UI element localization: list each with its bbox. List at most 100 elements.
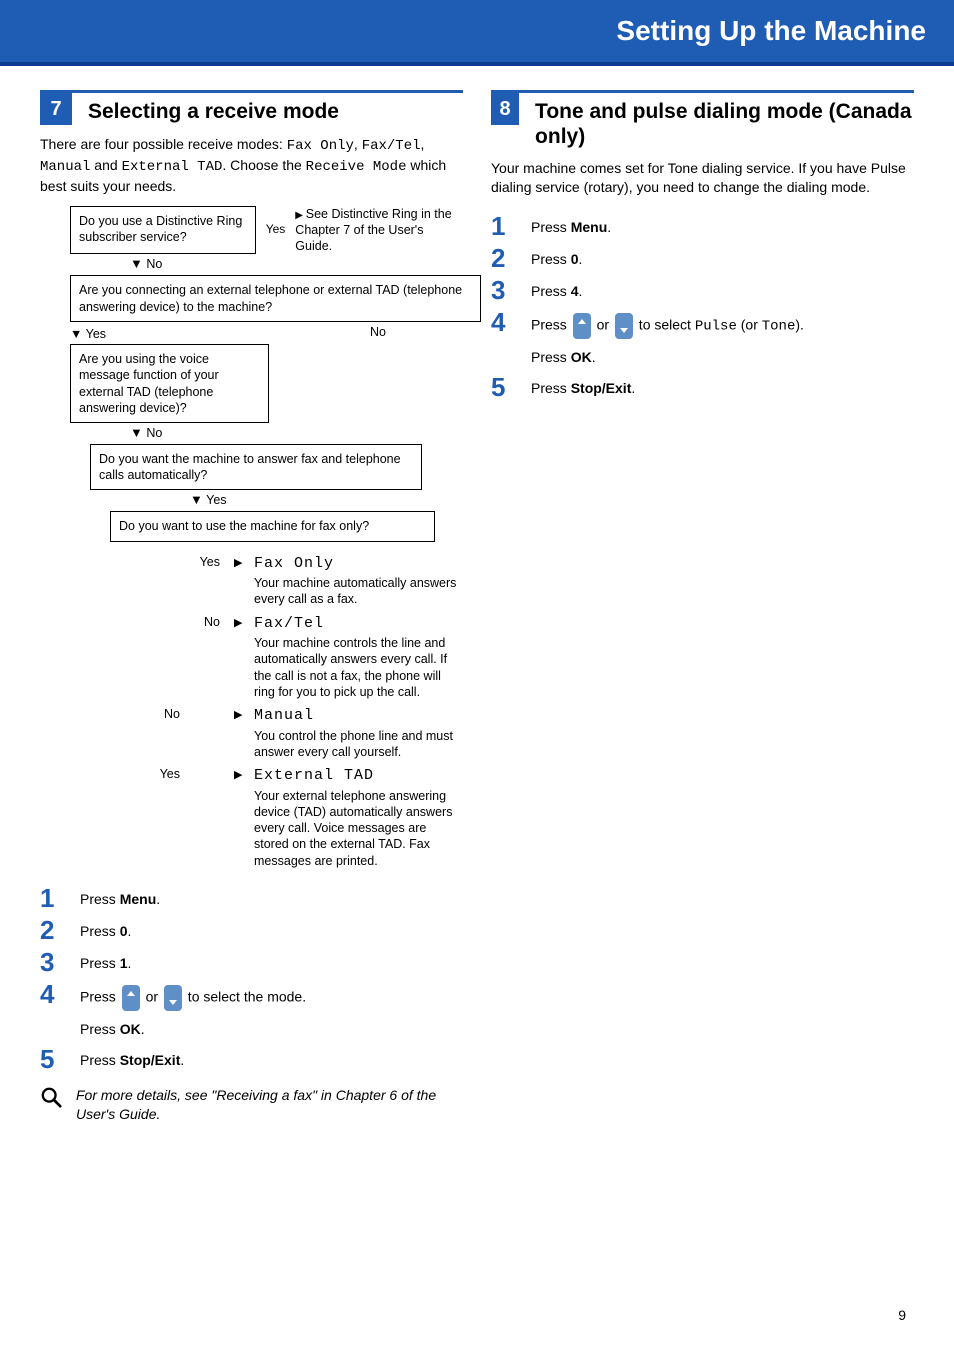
step-text: Press <box>531 349 571 365</box>
intro-text: , <box>354 136 362 152</box>
step-number: 4 <box>40 981 64 1007</box>
outcome-desc: Your machine controls the line and autom… <box>254 636 447 699</box>
flow-q4-yes: Yes <box>206 493 226 507</box>
step-number: 1 <box>40 885 64 911</box>
outcome-manual: No ▶ Manual You control the phone line a… <box>70 706 463 760</box>
step-text: . <box>631 380 635 396</box>
magnifier-icon <box>40 1086 62 1124</box>
step-body: Press Stop/Exit. <box>531 374 914 399</box>
flow-q2-yes-label: Yes <box>86 327 106 341</box>
step-body: Press Stop/Exit. <box>80 1046 463 1071</box>
section-8-head: 8 Tone and pulse dialing mode (Canada on… <box>491 90 914 149</box>
step-text: or <box>142 989 162 1005</box>
outcome-external-tad: Yes ▶ External TAD Your external telepho… <box>70 766 463 869</box>
step-text: Press <box>80 923 120 939</box>
flow-arrow-down: ▼ Yes <box>70 490 463 511</box>
step-number: 1 <box>491 213 515 239</box>
step-row: 5 Press Stop/Exit. <box>40 1046 463 1072</box>
section-7-steps: 1 Press Menu. 2 Press 0. 3 Press 1. <box>40 885 463 1072</box>
step-text: Press <box>80 891 120 907</box>
flow-q2-no: No <box>140 324 386 344</box>
intro-text: and <box>90 157 121 173</box>
flow-q1-yes: Yes <box>266 222 286 238</box>
flow-q1-no: No <box>146 257 162 271</box>
section-7-intro: There are four possible receive modes: F… <box>40 135 463 196</box>
flow-arrow-down: ▼ No <box>70 423 463 444</box>
step-body: Press or to select the mode. Press OK. <box>80 981 463 1040</box>
section-7-head: 7 Selecting a receive mode <box>40 90 463 125</box>
step-number: 3 <box>491 277 515 303</box>
arrow-right-icon: ▶ <box>234 554 246 570</box>
outcome-label: No <box>70 706 186 722</box>
outcome-label: Yes <box>70 554 226 570</box>
step-text: Press <box>80 955 120 971</box>
step-text: Press <box>80 1021 120 1037</box>
step-text: to select <box>635 317 695 333</box>
step-row: 5 Press Stop/Exit. <box>491 374 914 400</box>
outcome-fax-tel: No ▶ Fax/Tel Your machine controls the l… <box>70 614 463 701</box>
outcome-name: Manual <box>254 706 463 726</box>
page-header-title: Setting Up the Machine <box>616 15 926 47</box>
step-key: Menu <box>120 891 157 907</box>
step-text: . <box>578 283 582 299</box>
flow-q5: Do you want to use the machine for fax o… <box>110 511 435 541</box>
up-arrow-key-icon <box>122 985 140 1011</box>
step-body: Press or to select Pulse (or Tone). Pres… <box>531 309 914 368</box>
step-row: 2 Press 0. <box>491 245 914 271</box>
step-row: 1 Press Menu. <box>491 213 914 239</box>
step-row: 4 Press or to select the mode. Press OK. <box>40 981 463 1040</box>
step-text: . <box>607 219 611 235</box>
step-row: 4 Press or to select Pulse (or Tone). Pr… <box>491 309 914 368</box>
step-mono: Tone <box>762 319 796 335</box>
step-key: OK <box>571 349 592 365</box>
section-7-title: Selecting a receive mode <box>88 99 339 124</box>
outcome-desc: Your machine automatically answers every… <box>254 576 456 606</box>
flow-q2-yes: ▼ Yes <box>70 324 140 344</box>
step-row: 2 Press 0. <box>40 917 463 943</box>
step-row: 1 Press Menu. <box>40 885 463 911</box>
outcome-desc: You control the phone line and must answ… <box>254 729 453 759</box>
flow-q3: Are you using the voice message function… <box>70 344 269 423</box>
step-key: Stop/Exit <box>120 1052 181 1068</box>
up-arrow-key-icon <box>573 313 591 339</box>
step-number: 5 <box>491 374 515 400</box>
intro-text: , <box>421 136 425 152</box>
step-text: . <box>127 923 131 939</box>
flow-q1: Do you use a Distinctive Ring subscriber… <box>70 206 256 255</box>
flow-q3-no: No <box>146 426 162 440</box>
step-text: . <box>141 1021 145 1037</box>
step-number: 3 <box>40 949 64 975</box>
section-8-steps: 1 Press Menu. 2 Press 0. 3 Press 4. <box>491 213 914 400</box>
step-row: 3 Press 1. <box>40 949 463 975</box>
step-text: or <box>593 317 613 333</box>
section-8: 8 Tone and pulse dialing mode (Canada on… <box>491 90 914 1124</box>
intro-mono: Receive Mode <box>306 159 407 175</box>
step-mono: Pulse <box>695 319 737 335</box>
step-text: . <box>156 891 160 907</box>
step-body: Press 0. <box>531 245 914 270</box>
arrow-right-icon: ▶ <box>194 706 246 722</box>
flow-q2: Are you connecting an external telephone… <box>70 275 481 322</box>
outcome-name: Fax/Tel <box>254 614 463 634</box>
arrow-right-icon: ▶ <box>194 766 246 782</box>
intro-text: There are four possible receive modes: <box>40 136 287 152</box>
step-text: Press <box>80 989 120 1005</box>
page-header: Setting Up the Machine <box>0 0 954 66</box>
step-number: 4 <box>491 309 515 335</box>
step-body: Press Menu. <box>531 213 914 238</box>
flow-q1-right: See Distinctive Ring in the Chapter 7 of… <box>295 207 451 254</box>
section-7-number: 7 <box>40 93 72 125</box>
intro-mono: Fax/Tel <box>362 138 421 154</box>
arrow-right-icon: ▶ <box>234 614 246 630</box>
down-arrow-key-icon <box>164 985 182 1011</box>
down-arrow-key-icon <box>615 313 633 339</box>
step-text: Press <box>531 251 571 267</box>
outcome-label: No <box>70 614 226 630</box>
step-row: 3 Press 4. <box>491 277 914 303</box>
step-body: Press 0. <box>80 917 463 942</box>
section-8-title: Tone and pulse dialing mode (Canada only… <box>535 99 914 149</box>
step-text: to select the mode. <box>184 989 306 1005</box>
intro-mono: Fax Only <box>287 138 354 154</box>
step-number: 2 <box>40 917 64 943</box>
outcome-fax-only: Yes ▶ Fax Only Your machine automaticall… <box>70 554 463 608</box>
